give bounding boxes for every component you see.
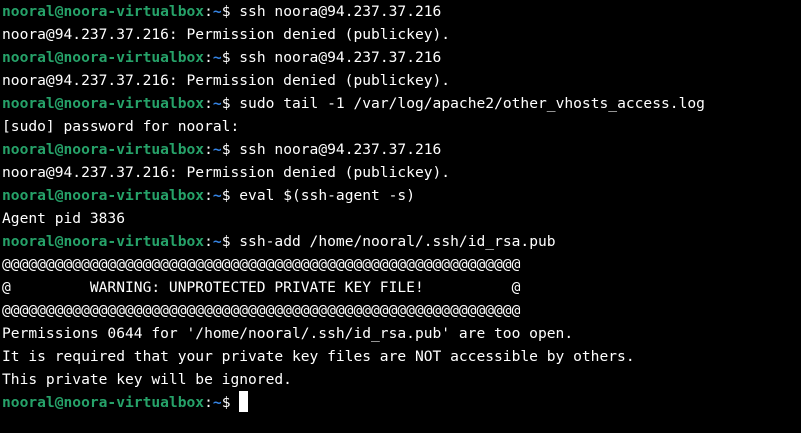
prompt-colon: :: [204, 3, 213, 20]
prompt-dollar: $: [221, 233, 240, 250]
output-line: noora@94.237.37.216: Permission denied (…: [2, 23, 801, 46]
command-text: eval $(ssh-agent -s): [239, 187, 415, 204]
terminal-window[interactable]: nooral@noora-virtualbox:~$ ssh noora@94.…: [0, 0, 801, 433]
output-line: Permissions 0644 for '/home/nooral/.ssh/…: [2, 322, 801, 345]
prompt-path: ~: [212, 141, 222, 158]
prompt-dollar: $: [221, 3, 240, 20]
output-text: @ WARNING: UNPROTECTED PRIVATE KEY FILE!…: [2, 279, 521, 296]
command-text: ssh noora@94.237.37.216: [239, 3, 442, 20]
command-text: ssh noora@94.237.37.216: [239, 49, 442, 66]
command-line: nooral@noora-virtualbox:~$ ssh noora@94.…: [2, 0, 801, 23]
output-text: @@@@@@@@@@@@@@@@@@@@@@@@@@@@@@@@@@@@@@@@…: [2, 302, 521, 319]
prompt-dollar: $: [221, 394, 240, 411]
prompt-user-host: nooral@noora-virtualbox: [2, 187, 205, 204]
prompt-dollar: $: [221, 187, 240, 204]
prompt-path: ~: [212, 394, 222, 411]
prompt-colon: :: [204, 95, 213, 112]
output-line: It is required that your private key fil…: [2, 345, 801, 368]
output-line: @@@@@@@@@@@@@@@@@@@@@@@@@@@@@@@@@@@@@@@@…: [2, 299, 801, 322]
command-line: nooral@noora-virtualbox:~$ eval $(ssh-ag…: [2, 184, 801, 207]
output-text: This private key will be ignored.: [2, 371, 292, 388]
output-line: @ WARNING: UNPROTECTED PRIVATE KEY FILE!…: [2, 276, 801, 299]
prompt-user-host: nooral@noora-virtualbox: [2, 394, 205, 411]
prompt-user-host: nooral@noora-virtualbox: [2, 95, 205, 112]
output-text: noora@94.237.37.216: Permission denied (…: [2, 164, 451, 181]
prompt-dollar: $: [221, 95, 240, 112]
command-text: ssh-add /home/nooral/.ssh/id_rsa.pub: [239, 233, 556, 250]
prompt-path: ~: [212, 3, 222, 20]
prompt-path: ~: [212, 95, 222, 112]
text-cursor[interactable]: [239, 391, 249, 412]
command-line: nooral@noora-virtualbox:~$ ssh noora@94.…: [2, 138, 801, 161]
prompt-colon: :: [204, 141, 213, 158]
prompt-path: ~: [212, 49, 222, 66]
output-text: noora@94.237.37.216: Permission denied (…: [2, 26, 451, 43]
prompt-dollar: $: [221, 141, 240, 158]
prompt-user-host: nooral@noora-virtualbox: [2, 49, 205, 66]
command-line: nooral@noora-virtualbox:~$ sudo tail -1 …: [2, 92, 801, 115]
command-text: ssh noora@94.237.37.216: [239, 141, 442, 158]
output-text: Permissions 0644 for '/home/nooral/.ssh/…: [2, 325, 574, 342]
active-prompt-line: nooral@noora-virtualbox:~$: [2, 391, 801, 414]
output-line: [sudo] password for nooral:: [2, 115, 801, 138]
prompt-user-host: nooral@noora-virtualbox: [2, 233, 205, 250]
prompt-path: ~: [212, 233, 222, 250]
output-text: [sudo] password for nooral:: [2, 118, 240, 135]
output-text: @@@@@@@@@@@@@@@@@@@@@@@@@@@@@@@@@@@@@@@@…: [2, 256, 521, 273]
command-text: sudo tail -1 /var/log/apache2/other_vhos…: [239, 95, 705, 112]
prompt-colon: :: [204, 49, 213, 66]
command-line: nooral@noora-virtualbox:~$ ssh-add /home…: [2, 230, 801, 253]
prompt-user-host: nooral@noora-virtualbox: [2, 141, 205, 158]
output-line: noora@94.237.37.216: Permission denied (…: [2, 161, 801, 184]
output-text: It is required that your private key fil…: [2, 348, 635, 365]
prompt-colon: :: [204, 187, 213, 204]
prompt-colon: :: [204, 394, 213, 411]
prompt-colon: :: [204, 233, 213, 250]
output-line: This private key will be ignored.: [2, 368, 801, 391]
output-text: noora@94.237.37.216: Permission denied (…: [2, 72, 451, 89]
output-line: Agent pid 3836: [2, 207, 801, 230]
output-text: Agent pid 3836: [2, 210, 126, 227]
output-line: @@@@@@@@@@@@@@@@@@@@@@@@@@@@@@@@@@@@@@@@…: [2, 253, 801, 276]
prompt-user-host: nooral@noora-virtualbox: [2, 3, 205, 20]
output-line: noora@94.237.37.216: Permission denied (…: [2, 69, 801, 92]
command-line: nooral@noora-virtualbox:~$ ssh noora@94.…: [2, 46, 801, 69]
prompt-path: ~: [212, 187, 222, 204]
prompt-dollar: $: [221, 49, 240, 66]
